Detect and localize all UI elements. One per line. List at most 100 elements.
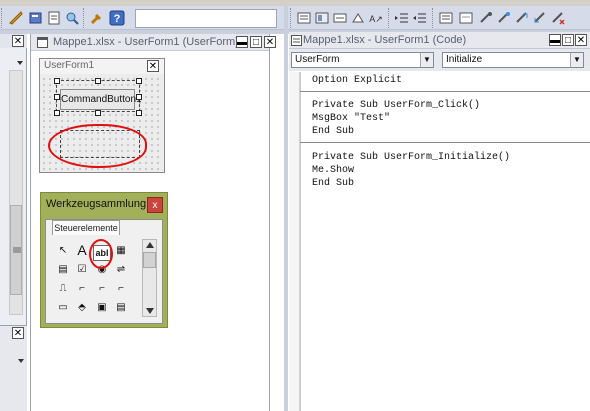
resize-handle[interactable] (54, 94, 60, 100)
spinbutton-tool-icon[interactable]: ⬘ (75, 301, 89, 315)
scrollbar-tool-icon[interactable]: ▭ (56, 301, 70, 315)
resize-handle[interactable] (95, 78, 101, 84)
code-window-titlebar[interactable]: Mappe1.xlsx - UserForm1 (Code) ▬ □ ✕ (289, 32, 590, 49)
refedit-tool-icon[interactable]: ▤ (114, 301, 128, 315)
designer-title: Mappe1.xlsx - UserForm1 (UserForm) (53, 36, 239, 48)
red-annotation-circle (89, 239, 113, 269)
resize-handle[interactable] (136, 110, 142, 116)
toolbox-scrollbar[interactable] (142, 239, 157, 317)
svg-text:A↗: A↗ (369, 14, 383, 24)
maximize-button[interactable]: □ (562, 34, 574, 46)
object-browser-icon[interactable] (64, 10, 80, 26)
svg-text:?: ? (114, 13, 121, 25)
frame-tool-icon[interactable]: ⎍ (56, 282, 70, 296)
toolbar-grip[interactable] (432, 8, 436, 28)
label-tool-icon[interactable]: A (75, 243, 89, 257)
parameter-info-icon[interactable] (350, 10, 366, 26)
toolbox-title: Werkzeugsammlung (46, 198, 147, 210)
code-line[interactable]: End Sub (312, 126, 354, 137)
uncomment-block-icon[interactable] (478, 10, 494, 26)
procedure-separator (300, 91, 590, 92)
resize-handle[interactable] (54, 110, 60, 116)
form-window-icon (37, 37, 48, 48)
toolbar-grip[interactable] (1, 8, 5, 28)
resize-handle[interactable] (95, 110, 101, 116)
list-properties-icon[interactable] (296, 10, 312, 26)
resize-handle[interactable] (136, 94, 142, 100)
close-icon[interactable]: ✕ (12, 327, 24, 339)
close-icon[interactable]: ✕ (12, 35, 24, 47)
window-splitter[interactable] (284, 6, 288, 411)
object-dropdown-value: UserForm (295, 54, 340, 65)
toolbar-grip[interactable] (290, 8, 294, 28)
chevron-down-icon[interactable]: ▼ (570, 53, 583, 67)
combobox-tool-icon[interactable]: ▦ (114, 244, 128, 258)
toolbar-search-box[interactable] (135, 9, 277, 28)
code-line[interactable]: End Sub (312, 178, 354, 189)
userform-title: UserForm1 (44, 60, 95, 71)
indent-icon[interactable] (394, 10, 410, 26)
chevron-down-icon[interactable]: ▼ (420, 53, 433, 67)
maximize-button[interactable]: □ (250, 36, 262, 48)
checkbox-tool-icon[interactable]: ☑ (75, 263, 89, 277)
userform-titlebar: UserForm1 ✕ (40, 59, 164, 74)
resize-handle[interactable] (54, 78, 60, 84)
list-constants-icon[interactable] (314, 10, 330, 26)
standard-toolbar: ? (0, 6, 284, 30)
userform-close-button[interactable]: ✕ (147, 60, 159, 72)
project-explorer-icon[interactable] (28, 10, 44, 26)
scrollbar-thumb[interactable] (10, 205, 22, 295)
design-mode-icon[interactable] (8, 10, 24, 26)
tab-steuerelemente[interactable]: Steuerelemente (52, 220, 120, 235)
dropdown-arrow-icon[interactable] (2, 58, 24, 68)
scroll-up-icon[interactable] (146, 242, 154, 248)
multipage-tool-icon[interactable]: ⌐ (114, 282, 128, 296)
scroll-down-icon[interactable] (146, 308, 154, 314)
code-line[interactable]: Private Sub UserForm_Initialize() (312, 152, 510, 163)
comment-block-icon[interactable] (458, 10, 474, 26)
togglebutton-tool-icon[interactable]: ⇌ (114, 263, 128, 277)
commandbutton-tool-icon[interactable]: ⌐ (75, 282, 89, 296)
toolbar-grip[interactable] (388, 8, 392, 28)
procedure-dropdown-value: Initialize (446, 54, 483, 65)
resize-handle[interactable] (136, 78, 142, 84)
complete-word-icon[interactable]: A↗ (368, 10, 384, 26)
object-dropdown[interactable]: UserForm ▼ (291, 52, 434, 68)
code-window-title: Mappe1.xlsx - UserForm1 (Code) (303, 34, 467, 46)
previous-bookmark-icon[interactable] (532, 10, 548, 26)
code-line[interactable]: Private Sub UserForm_Click() (312, 100, 480, 111)
code-line[interactable]: Option Explicit (312, 75, 402, 86)
code-window-icon (291, 35, 302, 46)
code-line[interactable]: Me.Show (312, 165, 354, 176)
close-button[interactable]: ✕ (264, 36, 276, 48)
image-tool-icon[interactable]: ▣ (95, 301, 109, 315)
dropdown-arrow-icon[interactable] (4, 356, 26, 366)
next-bookmark-icon[interactable] (514, 10, 530, 26)
toolbox-close-button[interactable]: x (147, 197, 163, 213)
outdent-icon[interactable] (412, 10, 428, 26)
tabstrip-tool-icon[interactable]: ⌐ (95, 282, 109, 296)
close-button[interactable]: ✕ (575, 34, 587, 46)
procedure-dropdown[interactable]: Initialize ▼ (442, 52, 584, 68)
toolbar-grip[interactable] (83, 8, 87, 28)
select-objects-tool-icon[interactable]: ↖ (56, 244, 70, 258)
help-icon[interactable]: ? (109, 10, 125, 26)
red-annotation-circle (48, 124, 147, 168)
grip-icon (13, 247, 21, 253)
code-line[interactable]: MsgBox "Test" (312, 113, 390, 124)
procedure-separator (300, 142, 590, 143)
toggle-breakpoint-icon[interactable] (438, 10, 454, 26)
designer-titlebar[interactable]: Mappe1.xlsx - UserForm1 (UserForm) ▬ □ ✕ (31, 34, 276, 51)
listbox-tool-icon[interactable]: ▤ (56, 263, 70, 277)
toolbox-icon[interactable] (89, 10, 105, 26)
properties-panel: ✕ (0, 325, 27, 411)
minimize-button[interactable]: ▬ (549, 34, 561, 46)
toolbox-scrollbar-thumb[interactable] (143, 252, 156, 268)
quick-info-icon[interactable] (332, 10, 348, 26)
properties-icon[interactable] (46, 10, 62, 26)
minimize-button[interactable]: ▬ (236, 36, 248, 48)
command-button[interactable]: CommandButton1 (60, 89, 142, 110)
code-margin[interactable] (289, 72, 300, 411)
clear-bookmarks-icon[interactable] (550, 10, 566, 26)
toggle-bookmark-icon[interactable] (496, 10, 512, 26)
